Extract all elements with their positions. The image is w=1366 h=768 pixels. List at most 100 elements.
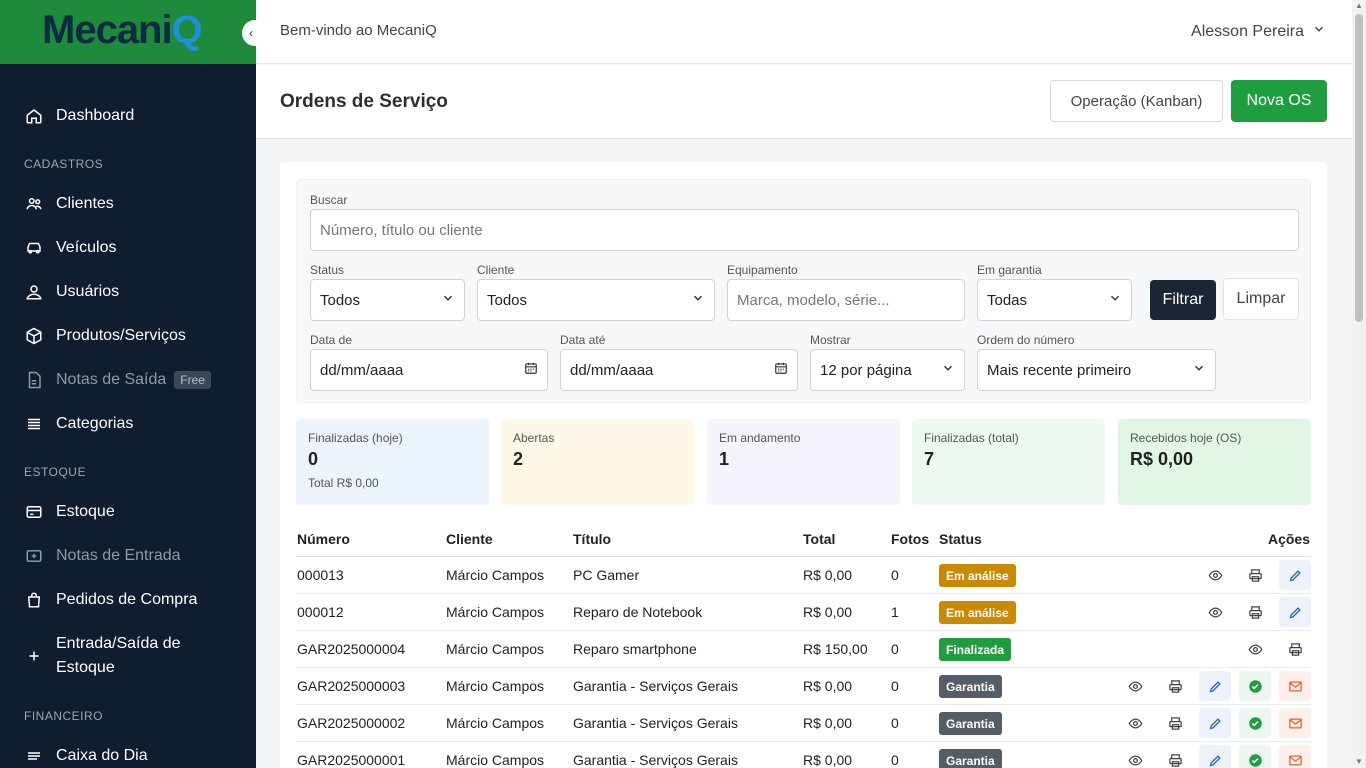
edit-button[interactable] — [1199, 671, 1231, 701]
logo[interactable]: MecaniQ — [42, 8, 203, 53]
print-button[interactable] — [1159, 671, 1191, 701]
document-icon — [24, 370, 44, 390]
garantia-label: Em garantia — [977, 263, 1042, 277]
print-button[interactable] — [1239, 597, 1271, 627]
view-button[interactable] — [1119, 708, 1151, 738]
stat-label: Recebidos hoje (OS) — [1130, 431, 1242, 445]
page-scrollbar[interactable]: ▲ ▼ — [1352, 0, 1366, 768]
cell-numero: GAR2025000002 — [297, 715, 406, 731]
col-numero: Número — [297, 531, 350, 547]
sidebar-item-label: Veículos — [56, 239, 117, 256]
table-row[interactable]: GAR2025000003 Márcio Campos Garantia - Ser… — [296, 668, 1311, 705]
bag-icon — [24, 590, 44, 610]
col-cliente: Cliente — [446, 531, 493, 547]
email-button[interactable] — [1279, 745, 1311, 768]
filter-button[interactable]: Filtrar — [1150, 280, 1216, 320]
edit-button[interactable] — [1279, 597, 1311, 627]
sidebar-item-estoque[interactable]: Estoque — [0, 490, 256, 534]
table-row[interactable]: GAR2025000004 Márcio Campos Reparo smartph… — [296, 631, 1311, 668]
edit-button[interactable] — [1199, 745, 1231, 768]
scroll-thumb[interactable] — [1355, 14, 1363, 322]
sidebar: MecaniQ ‹ Dashboard CADASTROS Clientes V… — [0, 0, 256, 768]
cell-cliente: Márcio Campos — [446, 604, 545, 620]
sidebar-item-notas-entrada[interactable]: Notas de Entrada — [0, 534, 256, 578]
finalize-button[interactable] — [1239, 671, 1271, 701]
col-acoes: Ações — [1267, 531, 1310, 547]
view-button[interactable] — [1239, 634, 1271, 664]
search-input[interactable]: Número, título ou cliente — [310, 209, 1299, 251]
sidebar-item-pedidos[interactable]: Pedidos de Compra — [0, 578, 256, 622]
scroll-down-icon[interactable]: ▼ — [1355, 758, 1363, 766]
view-button[interactable] — [1119, 745, 1151, 768]
date-to-input[interactable]: dd/mm/aaaa — [560, 349, 798, 391]
garantia-value: Todas — [987, 291, 1028, 309]
order-select[interactable]: Mais recente primeiro — [977, 349, 1216, 391]
sidebar-collapse-button[interactable]: ‹ — [242, 20, 256, 46]
calendar-icon[interactable] — [524, 361, 538, 379]
sidebar-item-veiculos[interactable]: Veículos — [0, 226, 256, 270]
print-button[interactable] — [1279, 634, 1311, 664]
section-cadastros: CADASTROS — [24, 157, 104, 171]
cell-total: R$ 0,00 — [803, 715, 853, 731]
stat-value: 1 — [719, 449, 730, 469]
mail-icon — [1288, 679, 1303, 694]
show-select[interactable]: 12 por página — [810, 349, 965, 391]
edit-button[interactable] — [1199, 708, 1231, 738]
view-button[interactable] — [1199, 597, 1231, 627]
cell-numero: 000013 — [297, 567, 344, 583]
sidebar-item-usuarios[interactable]: Usuários — [0, 270, 256, 314]
cliente-select[interactable]: Todos — [477, 279, 715, 321]
pencil-icon — [1208, 679, 1223, 694]
sidebar-item-notas-saida[interactable]: Notas de Saída Free — [0, 358, 256, 402]
chevron-down-icon — [441, 291, 455, 309]
finalize-button[interactable] — [1239, 745, 1271, 768]
garantia-select[interactable]: Todas — [977, 279, 1132, 321]
table-row[interactable]: GAR2025000001 Márcio Campos Garantia - Ser… — [296, 742, 1311, 768]
date-from-label: Data de — [310, 333, 353, 347]
sidebar-item-caixa[interactable]: Caixa do Dia — [0, 734, 256, 768]
clear-button[interactable]: Limpar — [1223, 278, 1299, 320]
sidebar-item-entrada-saida[interactable]: Entrada/Saída de Estoque — [0, 628, 256, 684]
new-os-button[interactable]: Nova OS — [1231, 80, 1327, 122]
print-button[interactable] — [1239, 560, 1271, 590]
eye-icon — [1248, 642, 1263, 657]
sidebar-item-clientes[interactable]: Clientes — [0, 182, 256, 226]
sidebar-item-produtos[interactable]: Produtos/Serviços — [0, 314, 256, 358]
view-button[interactable] — [1119, 671, 1151, 701]
sidebar-item-dashboard[interactable]: Dashboard — [0, 94, 256, 138]
equip-input[interactable]: Marca, modelo, série... — [727, 279, 965, 321]
menu-icon — [24, 746, 44, 766]
edit-button[interactable] — [1279, 560, 1311, 590]
chevron-down-icon — [1192, 361, 1206, 379]
email-button[interactable] — [1279, 671, 1311, 701]
logo-text: Mecani — [42, 8, 173, 52]
print-button[interactable] — [1159, 745, 1191, 768]
finalize-button[interactable] — [1239, 708, 1271, 738]
cell-total: R$ 0,00 — [803, 678, 853, 694]
kanban-button[interactable]: Operação (Kanban) — [1050, 80, 1223, 122]
table-row[interactable]: 000012 Márcio Campos Reparo de Notebook R$ … — [296, 594, 1311, 631]
cell-total: R$ 0,00 — [803, 604, 853, 620]
table-row[interactable]: GAR2025000002 Márcio Campos Garantia - Ser… — [296, 705, 1311, 742]
sidebar-item-categorias[interactable]: Categorias — [0, 402, 256, 446]
status-select[interactable]: Todos — [310, 279, 465, 321]
filters-panel: Buscar Número, título ou cliente Status … — [296, 179, 1311, 403]
date-to-value: dd/mm/aaaa — [570, 361, 654, 379]
print-button[interactable] — [1159, 708, 1191, 738]
pencil-icon — [1208, 716, 1223, 731]
email-button[interactable] — [1279, 708, 1311, 738]
sidebar-item-label: Dashboard — [56, 107, 135, 124]
brand-header: MecaniQ ‹ — [0, 0, 256, 64]
stat-finalizadas-hoje: Finalizadas (hoje) 0 Total R$ 0,00 — [296, 419, 489, 505]
calendar-icon[interactable] — [774, 361, 788, 379]
stat-label: Finalizadas (total) — [924, 431, 1019, 445]
cell-total: R$ 0,00 — [803, 752, 853, 768]
stat-value: 0 — [308, 449, 319, 469]
scroll-up-icon[interactable]: ▲ — [1355, 2, 1363, 10]
view-button[interactable] — [1199, 560, 1231, 590]
cell-numero: GAR2025000003 — [297, 678, 406, 694]
table-row[interactable]: 000013 Márcio Campos PC Gamer R$ 0,00 0 Em an… — [296, 557, 1311, 594]
user-menu[interactable]: Alesson Pereira — [1191, 22, 1326, 41]
pencil-icon — [1288, 605, 1303, 620]
date-from-input[interactable]: dd/mm/aaaa — [310, 349, 548, 391]
